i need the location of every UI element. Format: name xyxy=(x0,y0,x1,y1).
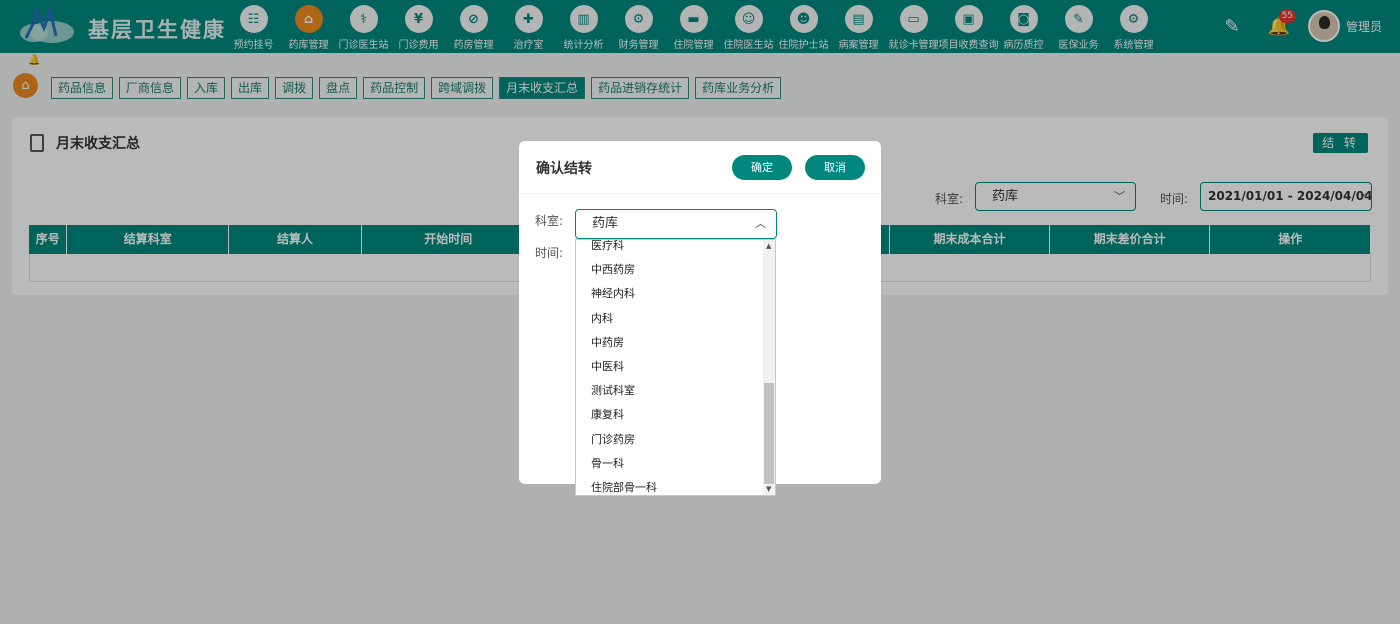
scrollbar-thumb[interactable] xyxy=(764,383,774,484)
dialog-dept-select[interactable]: 药库 ︿ xyxy=(575,209,777,239)
dropdown-option[interactable]: 测试科室 xyxy=(576,379,764,403)
dropdown-option[interactable]: 骨一科 xyxy=(576,452,764,476)
dropdown-scrollbar[interactable]: ▲ ▼ xyxy=(763,240,775,495)
dept-dropdown-list[interactable]: 医疗科 中西药房 神经内科 内科 中药房 中医科 测试科室 康复科 门诊药房 骨一科 住院部骨一科 … xyxy=(575,239,776,496)
chevron-up-icon: ︿ xyxy=(755,217,766,230)
dropdown-option[interactable]: 门诊药房 xyxy=(576,428,764,452)
confirm-button[interactable]: 确定 xyxy=(732,155,792,180)
dropdown-option[interactable]: 内科 xyxy=(576,307,764,331)
cancel-button[interactable]: 取消 xyxy=(805,155,865,180)
dropdown-option[interactable]: 医疗科 xyxy=(576,240,764,258)
dropdown-option[interactable]: 神经内科 xyxy=(576,282,764,306)
dropdown-option[interactable]: 住院部骨一科 xyxy=(576,476,764,495)
dropdown-option[interactable]: 中药房 xyxy=(576,331,764,355)
dialog-time-label: 时间: xyxy=(535,246,564,260)
dropdown-option[interactable]: 中医科 xyxy=(576,355,764,379)
dropdown-option[interactable]: 康复科 xyxy=(576,403,764,427)
dropdown-options: 医疗科 中西药房 神经内科 内科 中药房 中医科 测试科室 康复科 门诊药房 骨一科 住院部骨一科 xyxy=(576,240,764,495)
dialog-dept-value: 药库 xyxy=(592,216,619,231)
dialog-title: 确认结转 xyxy=(536,161,592,177)
scroll-up-arrow-icon[interactable]: ▲ xyxy=(766,242,771,250)
dialog-dept-label: 科室: xyxy=(535,214,564,228)
dropdown-option[interactable]: 中西药房 xyxy=(576,258,764,282)
scroll-down-arrow-icon[interactable]: ▼ xyxy=(766,485,771,493)
dialog-divider xyxy=(519,193,881,194)
